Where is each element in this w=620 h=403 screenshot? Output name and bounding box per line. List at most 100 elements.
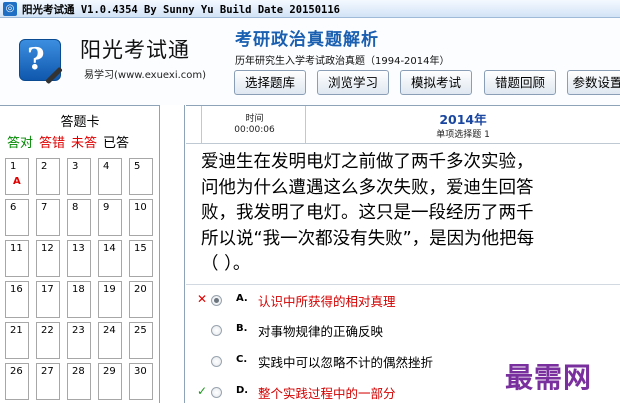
answer-cell-number: 26 xyxy=(10,366,23,377)
wrong-cross-icon: ✕ xyxy=(196,292,208,306)
answer-cell[interactable]: 8 xyxy=(67,199,91,236)
answer-cell[interactable]: 12 xyxy=(36,240,60,277)
time-value: 00:00:06 xyxy=(234,125,275,135)
answer-cell[interactable]: 15 xyxy=(129,240,153,277)
answer-cell-number: 29 xyxy=(103,366,116,377)
answer-cell[interactable]: 7 xyxy=(36,199,60,236)
answer-cell-number: 12 xyxy=(41,243,54,254)
settings-button[interactable]: 参数设置 xyxy=(567,70,620,95)
option-radio[interactable] xyxy=(211,325,222,336)
answer-cell-number: 9 xyxy=(103,202,110,213)
app-icon: ◎ xyxy=(3,2,17,16)
answer-cell-number: 28 xyxy=(72,366,85,377)
app-subtitle: 易学习(www.exuexi.com) xyxy=(84,70,207,81)
answer-cell[interactable]: 26 xyxy=(5,363,29,400)
legend-correct: 答对 xyxy=(7,136,34,151)
answer-cell-number: 11 xyxy=(10,243,23,254)
question-line: 所以说“我一次都没有失败”，是因为他把每 xyxy=(201,228,535,249)
answer-cell-number: 4 xyxy=(103,161,110,172)
answer-cell[interactable]: 5 xyxy=(129,158,153,195)
title-bar: ◎ 阳光考试通 V1.0.4354 By Sunny Yu Build Date… xyxy=(0,0,620,18)
answer-cell-number: 21 xyxy=(10,325,23,336)
answer-card-panel: 答题卡 答对 答错 未答 已答 1 A 2 3 4 5 6 7 8 9 10 11 12 13 14 15 16 17 1… xyxy=(0,105,160,403)
answer-legend: 答对 答错 未答 已答 xyxy=(7,132,135,151)
answer-cell[interactable]: 11 xyxy=(5,240,29,277)
answer-cell[interactable]: 6 xyxy=(5,199,29,236)
answer-cell[interactable]: 22 xyxy=(36,322,60,359)
option-text: 对事物规律的正确反映 xyxy=(258,324,384,339)
option-text: 实践中可以忽略不计的偶然挫折 xyxy=(258,355,434,370)
answer-cell[interactable]: 20 xyxy=(129,281,153,318)
answer-cell[interactable]: 16 xyxy=(5,281,29,318)
answer-cell[interactable]: 4 xyxy=(98,158,122,195)
answer-cell-number: 24 xyxy=(103,325,116,336)
answer-cell-number: 19 xyxy=(103,284,116,295)
answer-cell[interactable]: 3 xyxy=(67,158,91,195)
question-type: 单项选择题 1 xyxy=(436,130,490,140)
question-line: 问他为什么遭遇这么多次失败，爱迪生回答 xyxy=(201,177,534,198)
answer-cell-number: 17 xyxy=(41,284,54,295)
answer-cell[interactable]: 28 xyxy=(67,363,91,400)
option-text: 认识中所获得的相对真理 xyxy=(258,294,396,309)
option-letter: B. xyxy=(236,323,248,334)
option-letter: A. xyxy=(236,293,248,304)
legend-answered: 已答 xyxy=(103,136,130,151)
question-line: 败，我发明了电灯。这只是一段经历了两千 xyxy=(201,203,534,223)
answer-cell-number: 18 xyxy=(72,284,85,295)
answer-cell[interactable]: 18 xyxy=(67,281,91,318)
pen-icon xyxy=(45,66,63,85)
answer-cell[interactable]: 21 xyxy=(5,322,29,359)
answer-cell-number: 23 xyxy=(72,325,85,336)
answer-cell-answer: A xyxy=(13,176,21,187)
answer-cell[interactable]: 2 xyxy=(36,158,60,195)
logo-icon: ? xyxy=(19,39,63,85)
answer-cell-number: 27 xyxy=(41,366,54,377)
answer-cell[interactable]: 23 xyxy=(67,322,91,359)
app-name: 阳光考试通 xyxy=(80,38,190,62)
option-radio[interactable] xyxy=(211,356,222,367)
panel-splitter[interactable] xyxy=(160,105,185,403)
exam-subline: 历年研究生入学考试政治真题（1994-2014年） xyxy=(235,56,450,67)
browse-study-button[interactable]: 浏览学习 xyxy=(317,70,389,95)
answer-cell-number: 14 xyxy=(103,243,116,254)
header: ? 阳光考试通 易学习(www.exuexi.com) 考研政治真题解析 历年研… xyxy=(0,18,620,105)
option-a[interactable]: ✕ A. 认识中所获得的相对真理 xyxy=(186,287,620,315)
answer-cell[interactable]: 13 xyxy=(67,240,91,277)
answer-cell-number: 16 xyxy=(10,284,23,295)
answer-cell-number: 10 xyxy=(134,202,147,213)
option-radio[interactable] xyxy=(211,295,222,306)
answer-cell[interactable]: 27 xyxy=(36,363,60,400)
options-divider xyxy=(186,284,620,285)
answer-cell[interactable]: 19 xyxy=(98,281,122,318)
question-line: 爱迪生在发明电灯之前做了两千多次实验， xyxy=(201,152,534,172)
answer-cell-number: 25 xyxy=(134,325,147,336)
answer-cell[interactable]: 24 xyxy=(98,322,122,359)
question-line: （ ）。 xyxy=(201,254,251,274)
answer-cell[interactable]: 17 xyxy=(36,281,60,318)
legend-unanswered: 未答 xyxy=(71,136,98,151)
option-radio[interactable] xyxy=(211,387,222,398)
answer-cell[interactable]: 14 xyxy=(98,240,122,277)
logo-question-glyph: ? xyxy=(27,42,45,77)
exam-year: 2014年 xyxy=(439,112,487,127)
answer-cell[interactable]: 25 xyxy=(129,322,153,359)
mock-exam-button[interactable]: 模拟考试 xyxy=(400,70,472,95)
option-b[interactable]: B. 对事物规律的正确反映 xyxy=(186,317,620,345)
exam-headline: 考研政治真题解析 xyxy=(235,30,379,50)
question-text: 爱迪生在发明电灯之前做了两千多次实验， 问他为什么遭遇这么多次失败，爱迪生回答 … xyxy=(201,150,620,278)
answer-cell-number: 15 xyxy=(134,243,147,254)
answer-cell[interactable]: 10 xyxy=(129,199,153,236)
answer-cell-number: 20 xyxy=(134,284,147,295)
answer-cell[interactable]: 1A xyxy=(5,158,29,195)
answer-card-title: 答题卡 xyxy=(60,115,100,130)
watermark: 最需网 xyxy=(505,361,593,394)
answer-cell[interactable]: 29 xyxy=(98,363,122,400)
answer-cell-number: 8 xyxy=(72,202,79,213)
info-row: 时间 00:00:06 2014年 单项选择题 1 xyxy=(186,106,620,144)
answer-cell[interactable]: 30 xyxy=(129,363,153,400)
answer-cell-number: 7 xyxy=(41,202,48,213)
answer-cell[interactable]: 9 xyxy=(98,199,122,236)
wrong-review-button[interactable]: 错题回顾 xyxy=(484,70,556,95)
select-bank-button[interactable]: 选择题库 xyxy=(234,70,306,95)
answer-cell-number: 5 xyxy=(134,161,141,172)
